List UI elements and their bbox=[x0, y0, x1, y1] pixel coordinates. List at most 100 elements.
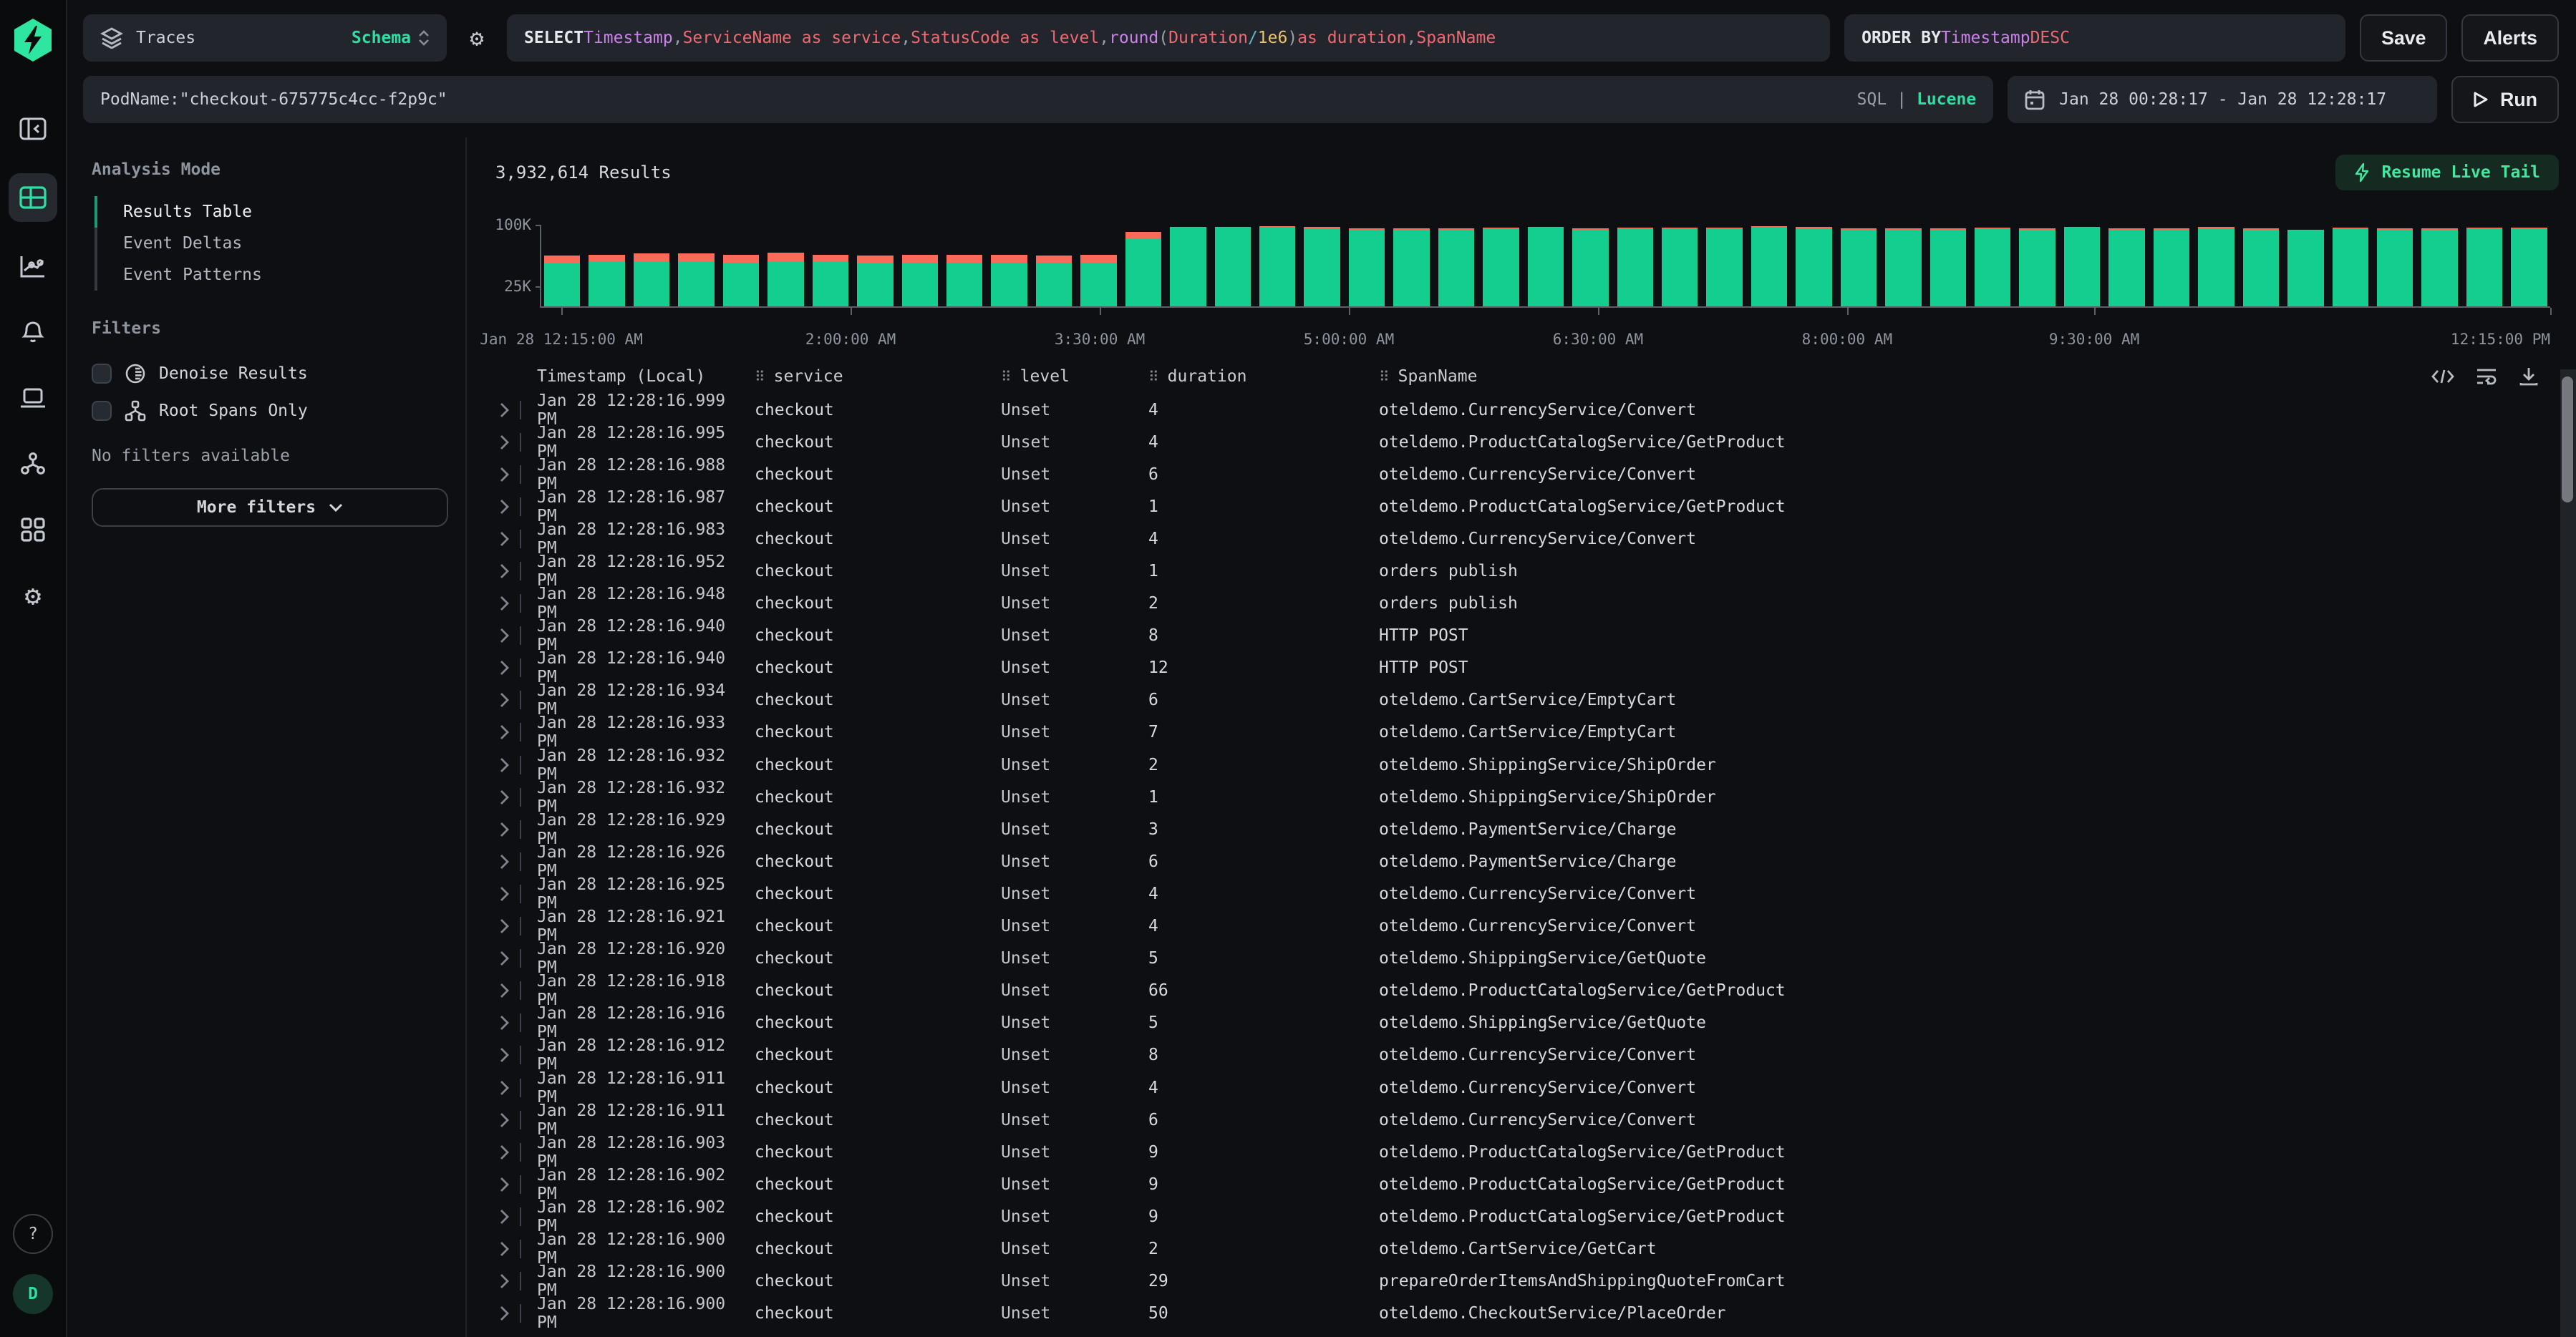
chart-bar[interactable] bbox=[1841, 228, 1877, 308]
drag-grip-icon[interactable]: ⠿ bbox=[1001, 368, 1012, 385]
expand-row-chevron-icon[interactable] bbox=[488, 434, 520, 450]
table-row[interactable]: Jan 28 12:28:16.911 PMcheckoutUnset6otel… bbox=[488, 1104, 2559, 1136]
chart-bar[interactable] bbox=[2287, 230, 2323, 308]
analysis-mode-item[interactable]: Results Table bbox=[97, 196, 448, 228]
column-header-spanname[interactable]: ⠿SpanName bbox=[1379, 367, 2431, 386]
chart-bar[interactable] bbox=[2377, 228, 2413, 308]
expand-row-chevron-icon[interactable] bbox=[488, 563, 520, 579]
chart-bar[interactable] bbox=[1036, 256, 1072, 308]
filter-denoise-results[interactable]: Denoise Results bbox=[92, 355, 448, 392]
expand-row-chevron-icon[interactable] bbox=[488, 531, 520, 547]
chart-bar[interactable] bbox=[1662, 228, 1698, 308]
column-header-service[interactable]: ⠿service bbox=[755, 367, 1001, 386]
table-row[interactable]: Jan 28 12:28:16.925 PMcheckoutUnset4otel… bbox=[488, 877, 2559, 910]
chart-bar[interactable] bbox=[1259, 226, 1295, 308]
expand-row-chevron-icon[interactable] bbox=[488, 854, 520, 870]
expand-row-chevron-icon[interactable] bbox=[488, 789, 520, 805]
column-header-duration[interactable]: ⠿duration bbox=[1148, 367, 1379, 386]
expand-row-chevron-icon[interactable] bbox=[488, 692, 520, 708]
download-icon[interactable] bbox=[2519, 366, 2539, 386]
table-row[interactable]: Jan 28 12:28:16.987 PMcheckoutUnset1otel… bbox=[488, 490, 2559, 522]
schema-button[interactable]: Schema bbox=[352, 29, 411, 47]
expand-row-chevron-icon[interactable] bbox=[488, 628, 520, 643]
expand-row-chevron-icon[interactable] bbox=[488, 660, 520, 676]
help-icon[interactable]: ? bbox=[13, 1214, 53, 1254]
chart-bar[interactable] bbox=[2019, 228, 2055, 308]
chart-bar[interactable] bbox=[813, 255, 848, 308]
table-row[interactable]: Jan 28 12:28:16.918 PMcheckoutUnset66ote… bbox=[488, 975, 2559, 1007]
chart-bar[interactable] bbox=[589, 255, 624, 308]
chart-bar[interactable] bbox=[1080, 255, 1116, 308]
alerts-button[interactable]: Alerts bbox=[2461, 14, 2559, 62]
expand-row-chevron-icon[interactable] bbox=[488, 1209, 520, 1225]
filter-root-spans-only[interactable]: Root Spans Only bbox=[92, 392, 448, 429]
expand-row-chevron-icon[interactable] bbox=[488, 1306, 520, 1321]
chart-bar[interactable] bbox=[857, 256, 893, 308]
collapse-sidebar-icon[interactable] bbox=[9, 107, 57, 150]
expand-row-chevron-icon[interactable] bbox=[488, 983, 520, 998]
table-row[interactable]: Jan 28 12:28:16.999 PMcheckoutUnset4otel… bbox=[488, 394, 2559, 426]
table-row[interactable]: Jan 28 12:28:16.921 PMcheckoutUnset4otel… bbox=[488, 910, 2559, 943]
analysis-mode-item[interactable]: Event Patterns bbox=[97, 259, 448, 291]
more-filters-button[interactable]: More filters bbox=[92, 488, 448, 527]
scrollbar-thumb[interactable] bbox=[2562, 376, 2573, 502]
chart-bar[interactable] bbox=[1572, 228, 1608, 308]
chart-bar[interactable] bbox=[723, 255, 759, 308]
table-row[interactable]: Jan 28 12:28:16.926 PMcheckoutUnset6otel… bbox=[488, 845, 2559, 877]
chart-bar[interactable] bbox=[1975, 228, 2010, 308]
chart-bar[interactable] bbox=[2064, 227, 2100, 308]
expand-row-chevron-icon[interactable] bbox=[488, 1015, 520, 1031]
mode-sql-toggle[interactable]: SQL bbox=[1857, 90, 1887, 109]
user-avatar[interactable]: D bbox=[13, 1274, 53, 1314]
chart-bar[interactable] bbox=[1796, 227, 1831, 308]
table-row[interactable]: Jan 28 12:28:16.932 PMcheckoutUnset1otel… bbox=[488, 781, 2559, 813]
mode-lucene-toggle[interactable]: Lucene bbox=[1917, 90, 1976, 109]
table-row[interactable]: Jan 28 12:28:16.902 PMcheckoutUnset9otel… bbox=[488, 1200, 2559, 1233]
expand-row-chevron-icon[interactable] bbox=[488, 951, 520, 966]
chart-bar[interactable] bbox=[768, 253, 803, 308]
chart-bar[interactable] bbox=[902, 255, 938, 308]
expand-row-chevron-icon[interactable] bbox=[488, 1047, 520, 1063]
chart-bar[interactable] bbox=[1483, 228, 1519, 308]
drag-grip-icon[interactable]: ⠿ bbox=[755, 368, 765, 385]
table-row[interactable]: Jan 28 12:28:16.988 PMcheckoutUnset6otel… bbox=[488, 458, 2559, 490]
expand-row-chevron-icon[interactable] bbox=[488, 467, 520, 482]
table-row[interactable]: Jan 28 12:28:16.934 PMcheckoutUnset6otel… bbox=[488, 684, 2559, 716]
order-by-editor[interactable]: ORDER BY Timestamp DESC bbox=[1844, 14, 2345, 62]
table-row[interactable]: Jan 28 12:28:16.932 PMcheckoutUnset2otel… bbox=[488, 749, 2559, 781]
table-row[interactable]: Jan 28 12:28:16.900 PMcheckoutUnset29pre… bbox=[488, 1265, 2559, 1298]
analysis-mode-item[interactable]: Event Deltas bbox=[97, 228, 448, 259]
root-spans-checkbox[interactable] bbox=[92, 401, 112, 421]
table-row[interactable]: Jan 28 12:28:16.900 PMcheckoutUnset50ote… bbox=[488, 1298, 2559, 1330]
chart-bar[interactable] bbox=[991, 255, 1027, 308]
expand-row-chevron-icon[interactable] bbox=[488, 402, 520, 418]
chart-bar[interactable] bbox=[1528, 227, 1564, 308]
chart-bar[interactable] bbox=[1304, 227, 1340, 308]
search-results-icon[interactable] bbox=[9, 173, 57, 222]
settings-gear-icon[interactable]: ⚙ bbox=[9, 574, 57, 617]
sql-select-editor[interactable]: SELECT Timestamp, ServiceName as service… bbox=[507, 14, 1830, 62]
source-settings-gear-icon[interactable]: ⚙ bbox=[461, 14, 493, 62]
chart-bar[interactable] bbox=[544, 256, 580, 308]
chart-bar[interactable] bbox=[946, 255, 982, 308]
expand-row-chevron-icon[interactable] bbox=[488, 757, 520, 773]
table-row[interactable]: Jan 28 12:28:16.952 PMcheckoutUnset1orde… bbox=[488, 555, 2559, 587]
expand-row-chevron-icon[interactable] bbox=[488, 1273, 520, 1289]
chart-bar[interactable] bbox=[634, 253, 669, 308]
dashboards-icon[interactable] bbox=[9, 508, 57, 551]
service-map-icon[interactable] bbox=[9, 442, 57, 485]
table-row[interactable]: Jan 28 12:28:16.948 PMcheckoutUnset2orde… bbox=[488, 588, 2559, 620]
chart-bar[interactable] bbox=[1706, 228, 1742, 308]
table-row[interactable]: Jan 28 12:28:16.995 PMcheckoutUnset4otel… bbox=[488, 426, 2559, 458]
table-row[interactable]: Jan 28 12:28:16.940 PMcheckoutUnset12HTT… bbox=[488, 652, 2559, 684]
chart-bar[interactable] bbox=[1930, 228, 1966, 308]
chart-bar[interactable] bbox=[1349, 228, 1385, 308]
chart-bar[interactable] bbox=[2243, 228, 2279, 308]
expand-row-chevron-icon[interactable] bbox=[488, 1144, 520, 1160]
expand-row-chevron-icon[interactable] bbox=[488, 1177, 520, 1192]
chart-bar[interactable] bbox=[1885, 228, 1921, 308]
chart-bar[interactable] bbox=[2333, 228, 2368, 308]
table-row[interactable]: Jan 28 12:28:16.911 PMcheckoutUnset4otel… bbox=[488, 1071, 2559, 1104]
search-input[interactable]: PodName:"checkout-675775c4cc-f2p9c" SQL … bbox=[83, 76, 1993, 123]
table-row[interactable]: Jan 28 12:28:16.920 PMcheckoutUnset5otel… bbox=[488, 943, 2559, 975]
